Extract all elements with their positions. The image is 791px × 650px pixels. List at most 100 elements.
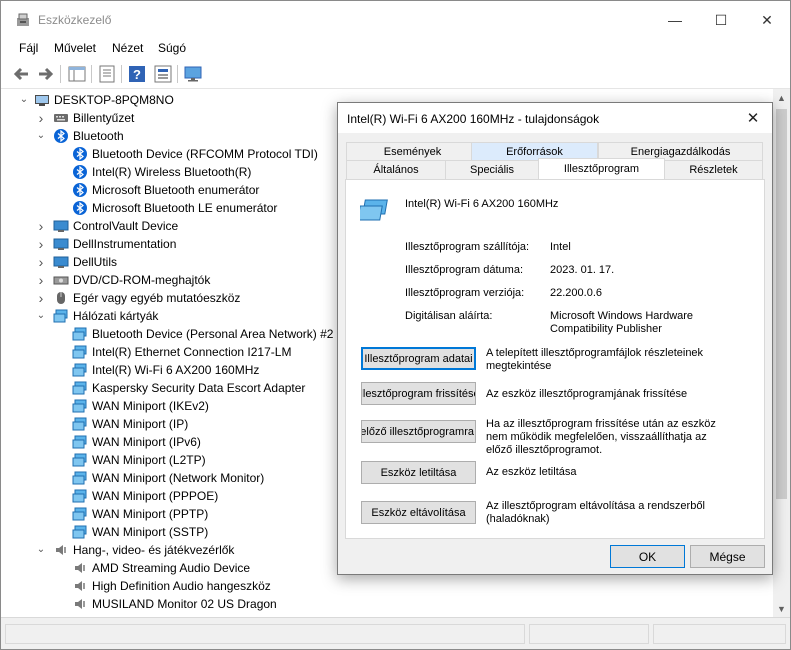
dialog-title-bar: Intel(R) Wi-Fi 6 AX200 160MHz - tulajdon…: [338, 103, 772, 133]
device-manager-app-icon: [17, 13, 29, 26]
show-hide-console-tree-icon[interactable]: [67, 64, 87, 84]
tree-item-label: Intel(R) Wireless Bluetooth(R): [92, 165, 252, 179]
tree-item[interactable]: DVD/CD-ROM-meghajtók: [53, 271, 210, 289]
update-driver-button[interactable]: Illesztőprogram frissítése: [361, 382, 476, 405]
chevron-down-icon[interactable]: ⌄: [19, 95, 29, 105]
tree-item[interactable]: Hang-, video- és játékvezérlők: [53, 541, 234, 559]
chevron-down-icon[interactable]: ⌄: [36, 131, 46, 141]
chevron-right-icon[interactable]: ›: [36, 237, 46, 251]
close-icon[interactable]: ✕: [744, 1, 790, 39]
menu-bar: Fájl Művelet Nézet Súgó: [1, 39, 790, 59]
chevron-down-icon[interactable]: ⌄: [36, 311, 46, 321]
tree-item[interactable]: WAN Miniport (PPTP): [72, 505, 208, 523]
menu-help[interactable]: Súgó: [158, 41, 186, 55]
tree-item-label: Kaspersky Security Data Escort Adapter: [92, 381, 306, 395]
network-adapter-icon: [72, 453, 87, 467]
tree-item[interactable]: DellInstrumentation: [53, 235, 176, 253]
chevron-right-icon[interactable]: ›: [36, 255, 46, 269]
update-driver-icon[interactable]: [153, 64, 173, 84]
tab-general[interactable]: Általános: [346, 160, 446, 179]
ok-button[interactable]: OK: [610, 545, 685, 568]
monitor-icon[interactable]: [183, 64, 203, 84]
bluetooth-icon: [73, 147, 87, 161]
menu-action[interactable]: Művelet: [54, 41, 96, 55]
tree-item[interactable]: High Definition Audio hangeszköz: [72, 577, 271, 595]
tree-item[interactable]: Microsoft Bluetooth enumerátor: [72, 181, 259, 199]
scroll-up-icon[interactable]: ▲: [773, 89, 790, 106]
properties-icon[interactable]: [97, 64, 117, 84]
speaker-icon: [56, 545, 66, 555]
tab-events[interactable]: Események: [346, 142, 479, 161]
network-adapter-icon: [72, 471, 87, 485]
toolbar-separator: [60, 65, 61, 83]
tree-item[interactable]: Egér vagy egyéb mutatóeszköz: [53, 289, 240, 307]
tree-item[interactable]: Kaspersky Security Data Escort Adapter: [72, 379, 305, 397]
tree-item[interactable]: Intel(R) Wireless Bluetooth(R): [72, 163, 251, 181]
chevron-right-icon[interactable]: ›: [36, 219, 46, 233]
tab-advanced[interactable]: Speciális: [445, 160, 539, 179]
tree-item[interactable]: Bluetooth Device (Personal Area Network)…: [72, 325, 333, 343]
tree-item[interactable]: Bluetooth: [53, 127, 124, 145]
tab-driver[interactable]: Illesztőprogram: [538, 158, 665, 179]
tree-item[interactable]: WAN Miniport (IKEv2): [72, 397, 209, 415]
tree-item-label: Egér vagy egyéb mutatóeszköz: [73, 291, 241, 305]
forward-arrow-icon[interactable]: [35, 64, 55, 84]
cancel-button[interactable]: Mégse: [690, 545, 765, 568]
scroll-down-icon[interactable]: ▼: [773, 600, 790, 617]
tree-item[interactable]: Hálózati kártyák: [53, 307, 158, 325]
tree-item[interactable]: WAN Miniport (IPv6): [72, 433, 201, 451]
tree-item-label: DVD/CD-ROM-meghajtók: [73, 273, 211, 287]
device-icon: [53, 238, 69, 250]
network-adapter-icon: [72, 399, 87, 413]
tree-item[interactable]: WAN Miniport (IP): [72, 415, 188, 433]
tree-item-label: AMD Streaming Audio Device: [92, 561, 251, 575]
driver-provider-value: Intel: [550, 241, 571, 253]
digital-signer-value: Microsoft Windows Hardware Compatibility…: [550, 310, 694, 335]
maximize-icon[interactable]: ☐: [698, 1, 744, 39]
tree-item[interactable]: Billentyűzet: [53, 109, 134, 127]
scroll-thumb[interactable]: [776, 109, 787, 499]
tree-item-label: Bluetooth Device (Personal Area Network)…: [92, 327, 334, 341]
tree-item[interactable]: Microsoft Bluetooth LE enumerátor: [72, 199, 277, 217]
tree-item[interactable]: DellUtils: [53, 253, 117, 271]
tree-item[interactable]: WAN Miniport (L2TP): [72, 451, 206, 469]
uninstall-device-button[interactable]: Eszköz eltávolítása: [361, 501, 476, 524]
computer-icon: [35, 95, 49, 106]
tree-root[interactable]: DESKTOP-8PQM8NO: [34, 91, 174, 109]
roll-back-driver-button[interactable]: Visszaállás az előző illesztőprogramra: [361, 420, 476, 443]
bluetooth-icon: [73, 201, 87, 215]
tree-item[interactable]: AMD Streaming Audio Device: [72, 559, 250, 577]
back-arrow-icon[interactable]: [12, 64, 32, 84]
driver-details-button[interactable]: Illesztőprogram adatai: [361, 347, 476, 370]
chevron-down-icon[interactable]: ⌄: [36, 545, 46, 555]
tree-item-label: DellUtils: [73, 255, 118, 269]
tree-item[interactable]: WAN Miniport (Network Monitor): [72, 469, 264, 487]
properties-dialog: Intel(R) Wi-Fi 6 AX200 160MHz - tulajdon…: [337, 102, 773, 575]
bluetooth-icon: [54, 129, 68, 143]
help-icon[interactable]: ?: [127, 64, 147, 84]
status-bar: [1, 617, 790, 649]
menu-view[interactable]: Nézet: [112, 41, 143, 55]
tree-item-label: WAN Miniport (L2TP): [92, 453, 206, 467]
tree-item[interactable]: Intel(R) Wi-Fi 6 AX200 160MHz: [72, 361, 259, 379]
tab-details[interactable]: Részletek: [664, 160, 763, 179]
tree-item[interactable]: MUSILAND Monitor 02 US Dragon: [72, 595, 277, 613]
minimize-icon[interactable]: —: [652, 1, 698, 39]
menu-file[interactable]: Fájl: [19, 41, 38, 55]
tree-vertical-scrollbar[interactable]: ▲ ▼: [773, 89, 790, 617]
chevron-right-icon[interactable]: ›: [36, 291, 46, 305]
driver-provider-label: Illesztőprogram szállítója:: [405, 241, 530, 253]
title-bar: Eszközkezelő — ☐ ✕: [1, 1, 790, 39]
driver-tab-panel: Intel(R) Wi-Fi 6 AX200 160MHz Illesztőpr…: [345, 179, 765, 539]
tree-item-label: WAN Miniport (IPv6): [92, 435, 201, 449]
tree-item[interactable]: Intel(R) Ethernet Connection I217-LM: [72, 343, 291, 361]
tree-item[interactable]: WAN Miniport (PPPOE): [72, 487, 218, 505]
disable-device-button[interactable]: Eszköz letiltása: [361, 461, 476, 484]
dialog-close-icon[interactable]: ✕: [738, 103, 768, 133]
tree-item[interactable]: Bluetooth Device (RFCOMM Protocol TDI): [72, 145, 318, 163]
tree-item[interactable]: WAN Miniport (SSTP): [72, 523, 208, 541]
chevron-right-icon[interactable]: ›: [36, 111, 46, 125]
chevron-right-icon[interactable]: ›: [36, 273, 46, 287]
keyboard-icon: [54, 114, 68, 122]
tree-item[interactable]: ControlVault Device: [53, 217, 178, 235]
